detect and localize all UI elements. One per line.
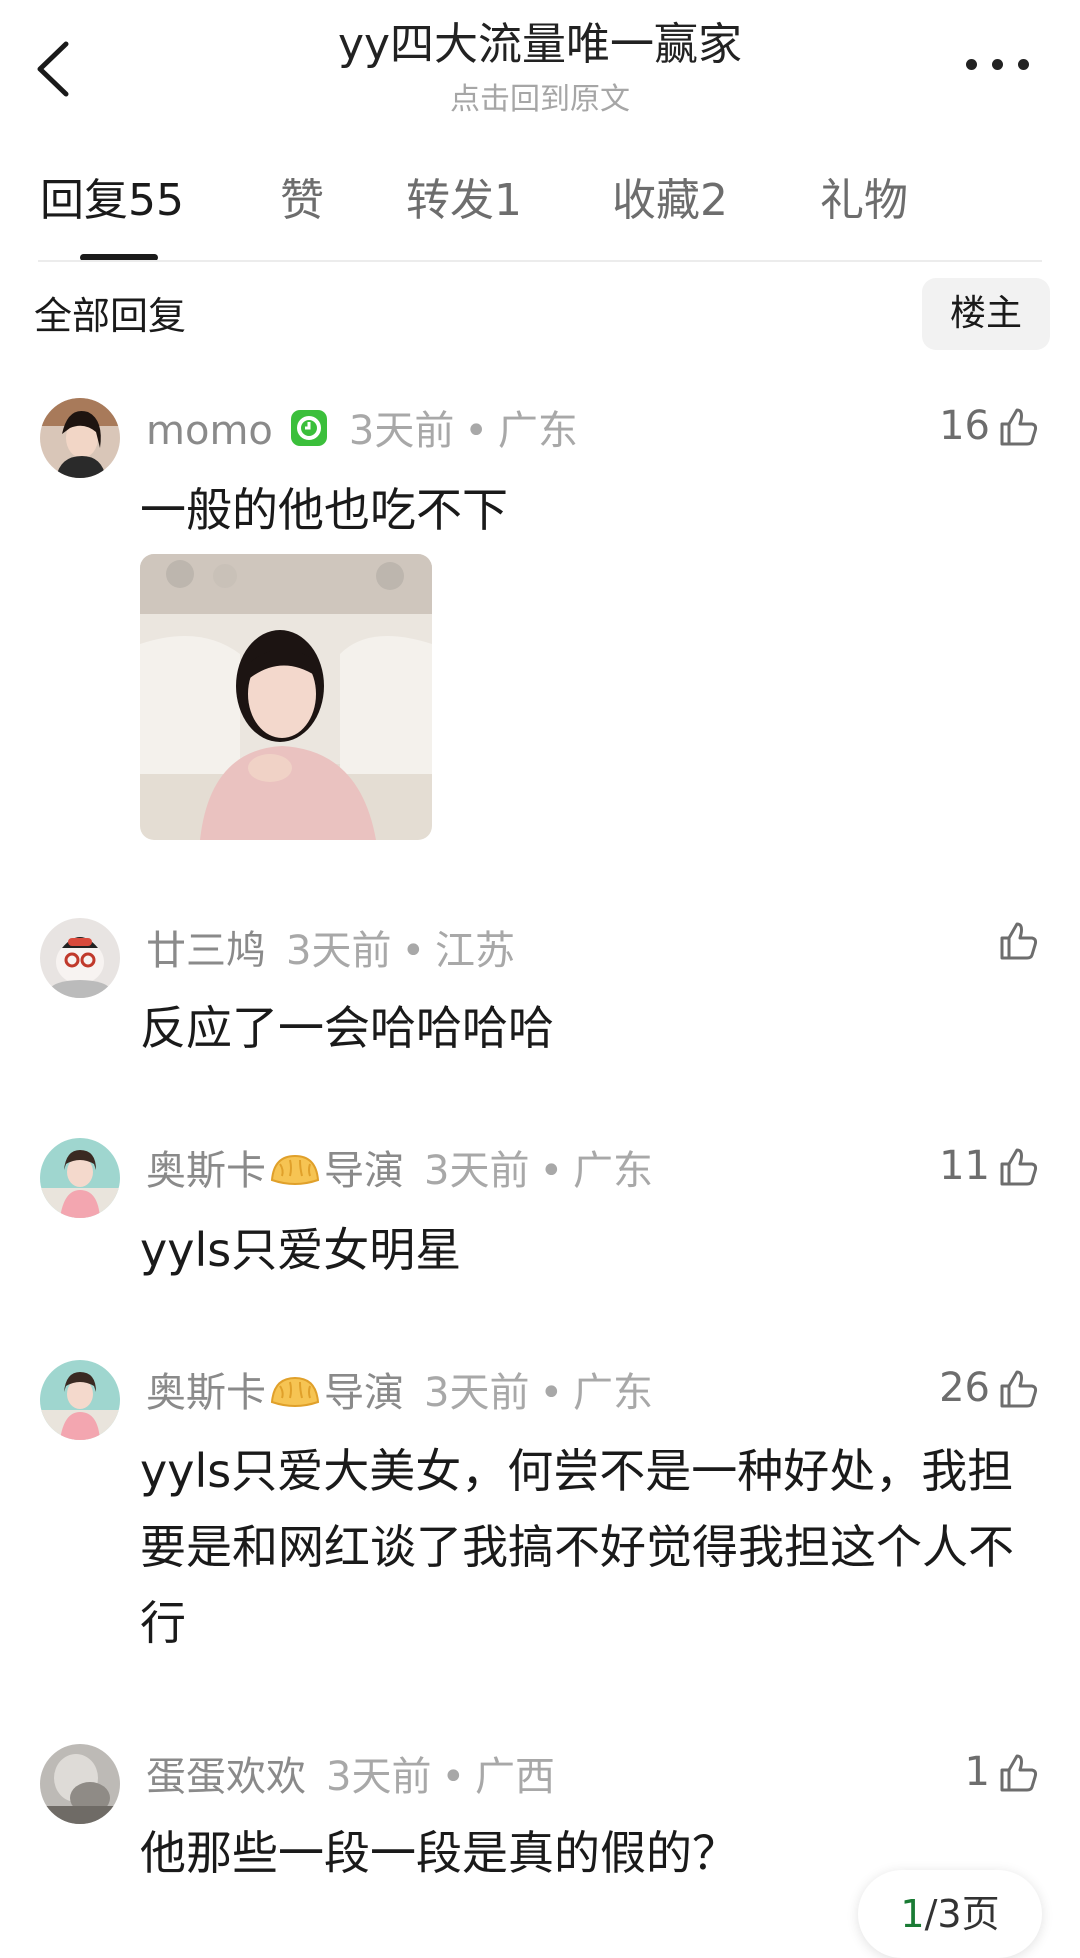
comment-text: yyls只爱女明星 [140, 1223, 462, 1277]
like-count: 16 [939, 403, 990, 449]
comment-location: 广东 [573, 1370, 654, 1416]
post-title[interactable]: yy四大流量唯一赢家 [0, 14, 1080, 76]
avatar[interactable] [40, 398, 120, 478]
avatar[interactable] [40, 1744, 120, 1824]
tab-gifts[interactable]: 礼物 [820, 170, 908, 232]
username[interactable]: 奥斯卡 [146, 1148, 266, 1194]
thumbs-up-icon [1000, 922, 1038, 960]
like-button[interactable]: 26 [939, 1360, 1040, 1416]
separator-dot: • [401, 928, 426, 974]
dumpling-badge-icon [270, 1154, 320, 1185]
title-badge: 导演 [324, 1370, 404, 1416]
total-pages: /3页 [924, 1892, 1000, 1936]
thumbs-up-icon [1000, 408, 1038, 446]
comment-location: 江苏 [435, 928, 516, 974]
tab-label: 转发 [406, 175, 494, 226]
current-page: 1 [900, 1892, 925, 1936]
tab-label: 收藏 [612, 175, 700, 226]
username[interactable]: 蛋蛋欢欢 [146, 1754, 306, 1800]
comment-text: yyls只爱大美女，何尝不是一种好处，我担要是和网红谈了我搞不好觉得我担这个人不… [140, 1444, 1014, 1650]
comment-meta: momo 3天前 • 广东 [146, 403, 578, 459]
username[interactable]: 廿三鸠 [146, 928, 266, 974]
comment-meta: 奥斯卡 导演 3天前 • 广东 [146, 1143, 653, 1199]
comment-location: 广东 [573, 1148, 654, 1194]
like-button[interactable]: 16 [939, 398, 1040, 454]
page-indicator[interactable]: 1/3页 [858, 1870, 1042, 1958]
tab-label: 赞 [280, 175, 324, 226]
op-only-button[interactable]: 楼主 [922, 278, 1050, 350]
comment-time: 3天前 [424, 1148, 530, 1194]
comment-time: 3天前 [348, 408, 455, 454]
tab-likes[interactable]: 赞 [280, 170, 324, 232]
comment-meta: 廿三鸠 3天前 • 江苏 [146, 923, 515, 979]
avatar[interactable] [40, 1360, 120, 1440]
avatar[interactable] [40, 918, 120, 998]
separator-dot: • [539, 1370, 564, 1416]
like-count: 26 [939, 1365, 990, 1411]
comment-location: 广东 [497, 408, 578, 454]
more-options-icon[interactable] [966, 52, 1030, 76]
avatar[interactable] [40, 1138, 120, 1218]
comment-meta: 奥斯卡 导演 3天前 • 广东 [146, 1365, 653, 1421]
separator-dot: • [464, 408, 488, 454]
tab-count: 2 [700, 175, 728, 226]
like-button[interactable]: 11 [939, 1138, 1040, 1194]
username[interactable]: 奥斯卡 [146, 1370, 266, 1416]
tab-reposts[interactable]: 转发1 [406, 170, 522, 232]
all-replies-label: 全部回复 [34, 294, 187, 338]
like-count: 1 [964, 1749, 990, 1795]
title-badge: 导演 [324, 1148, 404, 1194]
tab-replies[interactable]: 回复55 [40, 170, 184, 232]
separator-dot: • [539, 1148, 564, 1194]
tab-count: 1 [494, 175, 522, 226]
comment-text: 一般的他也吃不下 [140, 483, 508, 537]
comment-text: 反应了一会哈哈哈哈 [140, 1001, 554, 1055]
like-button[interactable]: 1 [965, 1744, 1040, 1800]
tab-label: 礼物 [820, 175, 908, 226]
comment-meta: 蛋蛋欢欢 3天前 • 广西 [146, 1749, 555, 1805]
back-to-original-link[interactable]: 点击回到原文 [0, 80, 1080, 120]
comment-image[interactable] [140, 554, 432, 840]
like-count: 11 [939, 1143, 990, 1189]
tab-count: 55 [128, 175, 184, 226]
like-button[interactable] [990, 918, 1040, 962]
comment-location: 广西 [475, 1754, 556, 1800]
tab-favorites[interactable]: 收藏2 [612, 170, 728, 232]
username[interactable]: momo [146, 408, 273, 454]
tab-divider [38, 260, 1042, 262]
tab-label: 回复 [40, 175, 128, 226]
comment-time: 3天前 [326, 1754, 432, 1800]
thumbs-up-icon [1000, 1148, 1038, 1186]
thumbs-up-icon [1000, 1754, 1038, 1792]
comment-time: 3天前 [424, 1370, 530, 1416]
separator-dot: • [441, 1754, 466, 1800]
thumbs-up-icon [1000, 1370, 1038, 1408]
dumpling-badge-icon [270, 1376, 320, 1407]
member-badge-icon [290, 410, 327, 446]
comment-time: 3天前 [286, 928, 392, 974]
